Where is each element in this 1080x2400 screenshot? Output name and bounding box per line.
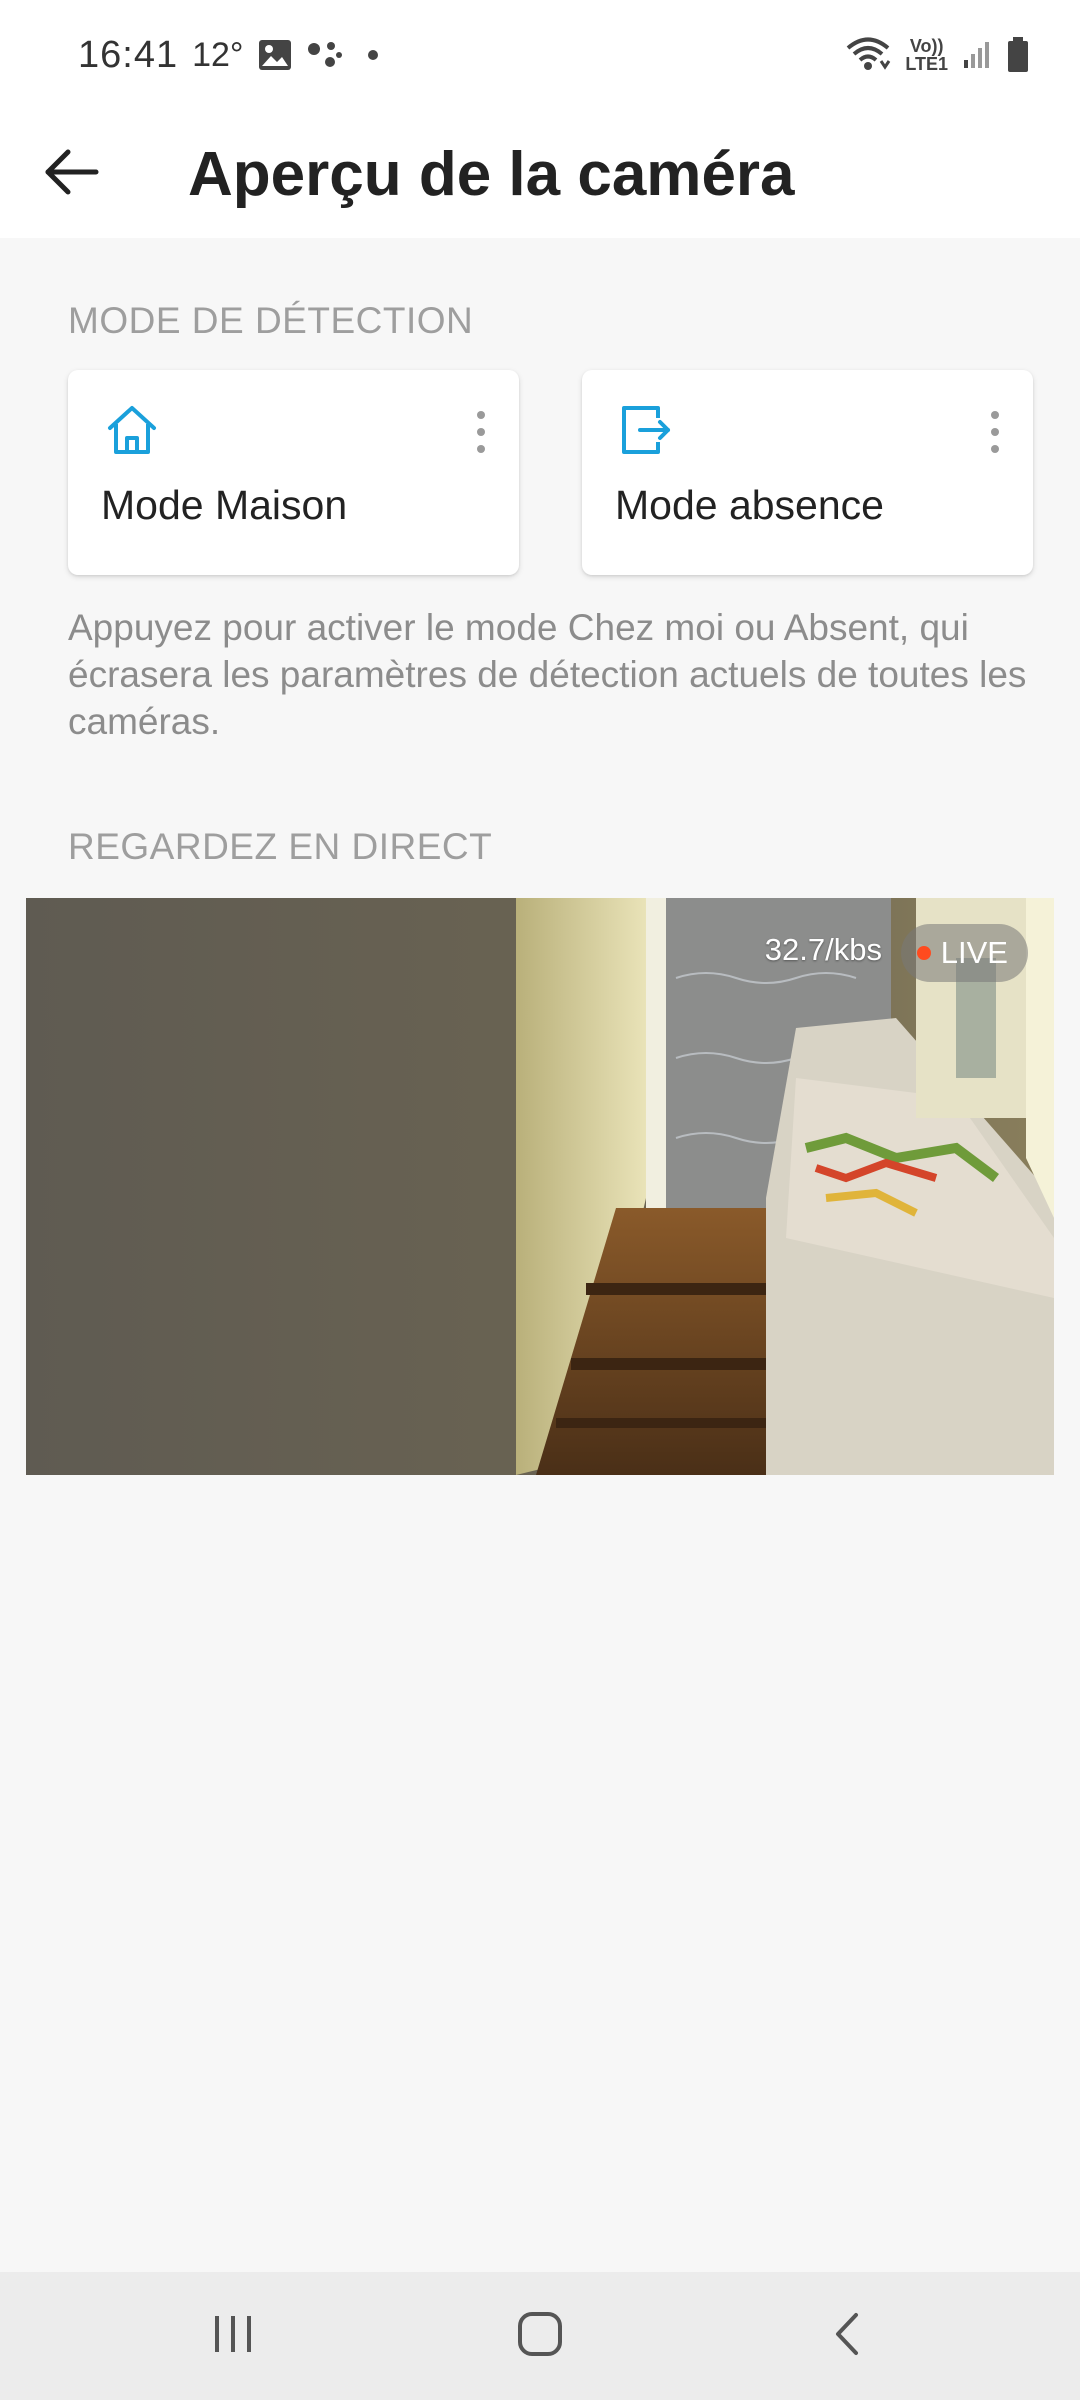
back-nav-icon xyxy=(832,2311,862,2362)
away-mode-card[interactable]: Mode absence xyxy=(582,370,1033,575)
bitrate-readout: 32.7/kbs xyxy=(764,932,882,967)
image-icon xyxy=(258,39,292,71)
away-mode-label: Mode absence xyxy=(615,482,884,528)
system-nav-bar xyxy=(0,2272,1080,2400)
wifi-icon xyxy=(845,37,891,73)
home-nav-button[interactable] xyxy=(460,2286,620,2386)
home-mode-label: Mode Maison xyxy=(101,482,348,528)
page-title: Aperçu de la caméra xyxy=(188,139,795,209)
app-bar: Aperçu de la caméra xyxy=(0,110,1080,238)
back-nav-button[interactable] xyxy=(767,2286,927,2386)
battery-icon xyxy=(1006,37,1030,73)
volte-top-text: Vo)) xyxy=(909,36,944,56)
recent-apps-button[interactable] xyxy=(153,2286,313,2386)
home-mode-more-icon[interactable] xyxy=(461,400,501,464)
recent-apps-icon xyxy=(211,2314,255,2359)
camera-scene xyxy=(26,898,1054,1475)
status-time: 16:41 xyxy=(78,33,179,76)
volte-bottom-text: LTE1 xyxy=(905,54,948,74)
live-video-feed[interactable]: 32.7/kbs LIVE xyxy=(26,898,1054,1475)
home-mode-card[interactable]: Mode Maison xyxy=(68,370,519,575)
signal-icon xyxy=(962,40,992,70)
status-bar: 16:41 12° Vo)) LTE1 xyxy=(0,0,1080,110)
notification-dot-icon xyxy=(358,45,388,65)
detection-description: Appuyez pour activer le mode Chez moi ou… xyxy=(68,607,1027,742)
exit-icon xyxy=(618,402,674,458)
home-nav-icon xyxy=(517,2311,563,2362)
away-mode-more-icon[interactable] xyxy=(975,400,1015,464)
status-temperature: 12° xyxy=(192,35,244,74)
live-dot-icon xyxy=(916,946,931,960)
status-right: Vo)) LTE1 xyxy=(845,37,1030,73)
home-icon xyxy=(104,402,160,458)
arrow-back-icon xyxy=(44,148,100,201)
live-badge: LIVE xyxy=(900,924,1028,982)
live-section-title: REGARDEZ EN DIRECT xyxy=(68,826,493,867)
back-button[interactable] xyxy=(12,114,132,234)
volte-icon: Vo)) LTE1 xyxy=(905,37,948,73)
detection-section-title: MODE DE DÉTECTION xyxy=(68,300,474,341)
live-badge-label: LIVE xyxy=(940,935,1008,970)
assistant-dots-icon xyxy=(306,40,344,70)
status-left: 16:41 12° xyxy=(78,34,388,77)
